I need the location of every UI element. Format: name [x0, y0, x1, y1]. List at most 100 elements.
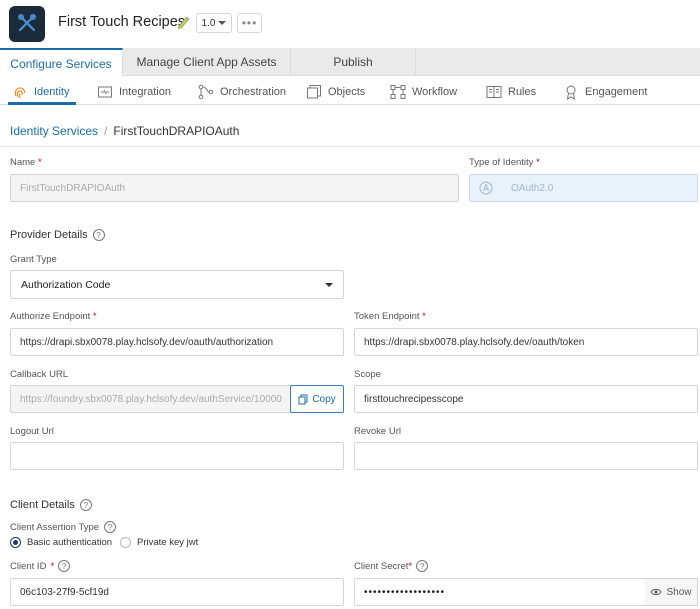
tab-manage-client-app-assets[interactable]: Manage Client App Assets: [123, 48, 291, 76]
token-endpoint-input[interactable]: https://drapi.sbx0078.play.hclsofy.dev/o…: [354, 328, 698, 356]
edit-pencil-icon[interactable]: [176, 14, 190, 30]
subtab-rules-label: Rules: [508, 86, 537, 98]
subtab-identity-label: Identity: [34, 86, 70, 98]
objects-icon: [307, 85, 321, 99]
type-of-identity-label-text: Type of Identity: [469, 157, 534, 168]
copy-label: Copy: [312, 393, 336, 405]
client-details-text: Client Details: [10, 499, 75, 511]
grant-type-value: Authorization Code: [21, 278, 111, 291]
orchestration-icon: [198, 84, 214, 100]
engagement-icon: [566, 85, 576, 100]
breadcrumb: Identity Services / FirstTouchDRAPIOAuth: [10, 124, 239, 138]
client-id-label: Client ID * ?: [10, 560, 71, 572]
subtab-identity[interactable]: Identity: [12, 82, 69, 102]
subtab-engagement[interactable]: Engagement: [563, 82, 647, 102]
subtab-objects[interactable]: Objects: [306, 82, 365, 102]
subtab-engagement-label: Engagement: [585, 86, 648, 98]
rules-icon: [486, 86, 502, 98]
type-of-identity-label: Type of Identity *: [469, 157, 540, 168]
required-mark: *: [422, 311, 426, 322]
chevron-down-icon: [218, 21, 227, 25]
chevron-down-icon: [325, 282, 333, 287]
revoke-url-label: Revoke Url: [354, 426, 401, 437]
callback-url-field: https://foundry.sbx0078.play.hclsofy.dev…: [10, 385, 291, 413]
tab-configure-services[interactable]: Configure Services: [0, 48, 123, 77]
provider-details-title: Provider Details ?: [10, 229, 105, 241]
subtab-orchestration-label: Orchestration: [220, 86, 287, 98]
sub-tabs: Identity Integration Orchestration Objec…: [0, 77, 700, 105]
subtab-rules[interactable]: Rules: [486, 82, 536, 102]
client-id-label-text: Client ID: [10, 560, 47, 572]
more-options-button[interactable]: •••: [237, 13, 262, 33]
scope-input[interactable]: firsttouchrecipesscope: [354, 385, 698, 413]
workflow-icon: [390, 85, 406, 99]
required-mark: *: [408, 560, 413, 572]
authorize-endpoint-input[interactable]: https://drapi.sbx0078.play.hclsofy.dev/o…: [10, 328, 344, 356]
main-tabs: Configure Services Manage Client App Ass…: [0, 48, 700, 77]
breadcrumb-current: FirstTouchDRAPIOAuth: [113, 124, 240, 138]
radio-unchecked-icon: [120, 537, 131, 548]
type-of-identity-value: OAuth2.0: [511, 182, 554, 194]
help-icon[interactable]: ?: [79, 499, 92, 511]
help-icon[interactable]: ?: [104, 521, 117, 533]
oauth-icon: [479, 181, 493, 195]
help-icon[interactable]: ?: [416, 560, 429, 572]
client-id-input[interactable]: 06c103-27f9-5cf19d: [10, 578, 344, 606]
eye-icon: [650, 588, 663, 596]
radio-private-key-jwt[interactable]: Private key jwt: [120, 537, 198, 548]
subtab-integration[interactable]: Integration: [97, 82, 171, 102]
integration-icon: [98, 86, 112, 98]
subtab-workflow[interactable]: Workflow: [390, 82, 457, 102]
show-secret-button[interactable]: Show: [645, 578, 698, 606]
subtab-objects-label: Objects: [328, 86, 366, 98]
subtab-orchestration[interactable]: Orchestration: [198, 82, 286, 102]
breadcrumb-separator: /: [104, 124, 108, 138]
subtab-workflow-label: Workflow: [412, 86, 458, 98]
required-mark: *: [536, 157, 540, 168]
token-endpoint-label: Token Endpoint *: [354, 311, 426, 322]
app-header: First Touch Recipes 1.0 •••: [0, 0, 700, 48]
app-name: First Touch Recipes: [58, 14, 186, 30]
authorize-endpoint-label: Authorize Endpoint *: [10, 311, 97, 322]
help-icon[interactable]: ?: [58, 560, 71, 572]
name-field: FirstTouchDRAPIOAuth: [10, 174, 459, 202]
token-endpoint-label-text: Token Endpoint: [354, 311, 420, 322]
client-assertion-type-text: Client Assertion Type: [10, 521, 100, 533]
version-select[interactable]: 1.0: [196, 13, 232, 33]
divider: [0, 146, 700, 147]
client-secret-label: Client Secret * ?: [354, 560, 429, 572]
grant-type-label: Grant Type: [10, 254, 57, 265]
authorize-endpoint-label-text: Authorize Endpoint: [10, 311, 91, 322]
client-secret-input[interactable]: ••••••••••••••••••: [354, 578, 646, 606]
logout-url-input[interactable]: [10, 442, 344, 470]
copy-icon: [298, 394, 308, 404]
revoke-url-input[interactable]: [354, 442, 698, 470]
required-mark: *: [37, 157, 42, 168]
required-mark: *: [92, 311, 97, 322]
required-mark: *: [50, 560, 55, 572]
scope-label: Scope: [354, 369, 381, 380]
client-secret-label-text: Client Secret: [354, 560, 409, 572]
provider-details-text: Provider Details: [10, 229, 88, 241]
radio-checked-icon: [10, 537, 21, 548]
app-logo-icon[interactable]: [9, 6, 45, 42]
name-label: Name *: [10, 157, 42, 168]
show-label: Show: [666, 586, 692, 598]
copy-button[interactable]: Copy: [290, 385, 344, 413]
type-of-identity-field: OAuth2.0: [469, 174, 698, 202]
subtab-integration-label: Integration: [119, 86, 171, 98]
client-assertion-type-label: Client Assertion Type ?: [10, 521, 117, 533]
active-subtab-indicator: [8, 102, 76, 105]
name-label-text: Name: [10, 157, 36, 168]
breadcrumb-identity-services[interactable]: Identity Services: [10, 124, 98, 138]
version-label: 1.0: [201, 17, 216, 29]
grant-type-select[interactable]: Authorization Code: [10, 270, 344, 299]
help-icon[interactable]: ?: [92, 229, 105, 241]
logout-url-label: Logout Url: [10, 426, 54, 437]
fingerprint-icon: [14, 87, 26, 99]
tab-publish[interactable]: Publish: [291, 48, 416, 76]
radio-basic-label: Basic authentication: [27, 537, 113, 548]
client-details-title: Client Details ?: [10, 499, 92, 511]
radio-private-label: Private key jwt: [137, 537, 199, 548]
radio-basic-authentication[interactable]: Basic authentication: [10, 537, 112, 548]
